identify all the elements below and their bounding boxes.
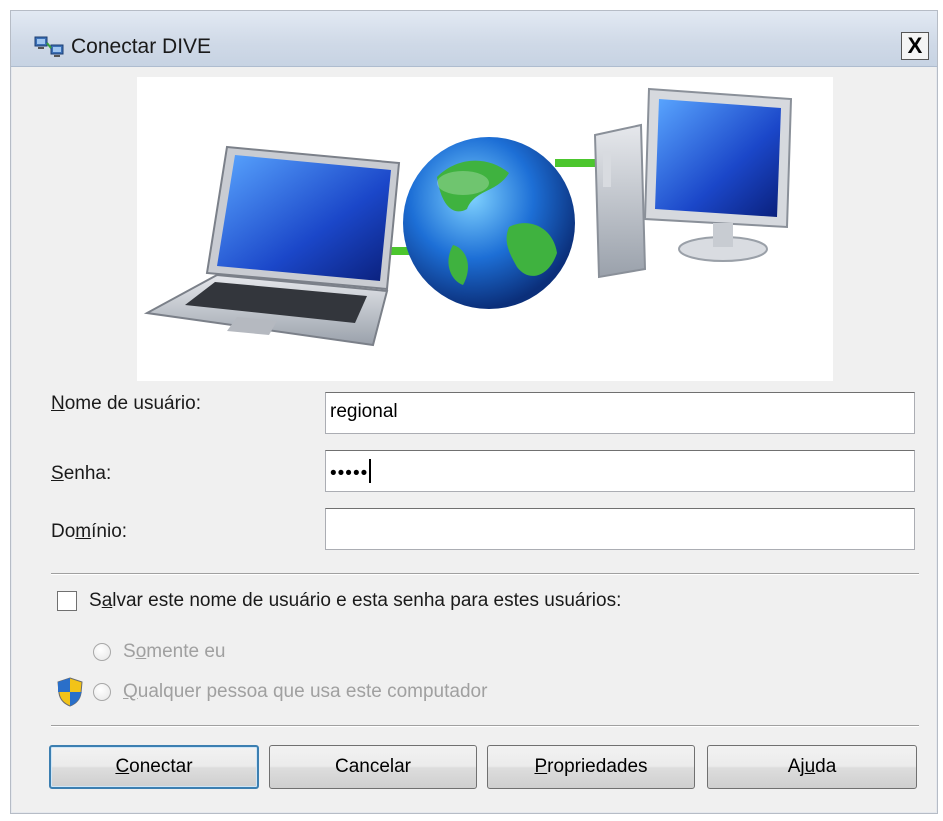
password-label: Senha: — [51, 463, 112, 484]
connect-dialog: Conectar DIVE X Nome de usuário: regiona… — [10, 10, 938, 814]
radio-anyone[interactable] — [93, 683, 111, 701]
save-credentials-checkbox[interactable] — [57, 591, 77, 611]
separator — [51, 725, 919, 727]
help-button[interactable]: Aj u da — [707, 745, 917, 789]
globe-icon — [403, 137, 575, 309]
window-title: Conectar DIVE — [71, 35, 212, 58]
radio-only-me-label[interactable]: Somente eu — [123, 641, 226, 663]
separator — [51, 573, 919, 575]
connect-button[interactable]: Conectar — [49, 745, 259, 789]
domain-field[interactable] — [325, 508, 915, 550]
username-label: Nome de usuário: — [51, 393, 201, 414]
close-button[interactable]: X — [901, 32, 929, 60]
title-bar[interactable]: Conectar DIVE X — [11, 11, 937, 67]
radio-only-me[interactable] — [93, 643, 111, 661]
network-connection-icon — [34, 36, 64, 57]
properties-button[interactable]: Propriedades — [487, 745, 695, 789]
radio-anyone-label[interactable]: Qualquer pessoa que usa este computador — [123, 681, 487, 703]
password-field[interactable]: ••••• — [325, 450, 915, 492]
cancel-button[interactable]: Cancelar — [269, 745, 477, 789]
domain-label: Domínio: — [51, 521, 128, 542]
laptop-icon — [143, 145, 401, 347]
uac-shield-icon — [57, 677, 83, 707]
text-caret — [369, 459, 372, 483]
desktop-computer-icon — [593, 87, 793, 279]
laptop-globe-desktop-network-illustration — [143, 87, 793, 347]
network-banner-image — [137, 77, 833, 381]
save-credentials-label[interactable]: Salvar este nome de usuário e esta senha… — [89, 590, 621, 612]
username-field[interactable]: regional — [325, 392, 915, 434]
